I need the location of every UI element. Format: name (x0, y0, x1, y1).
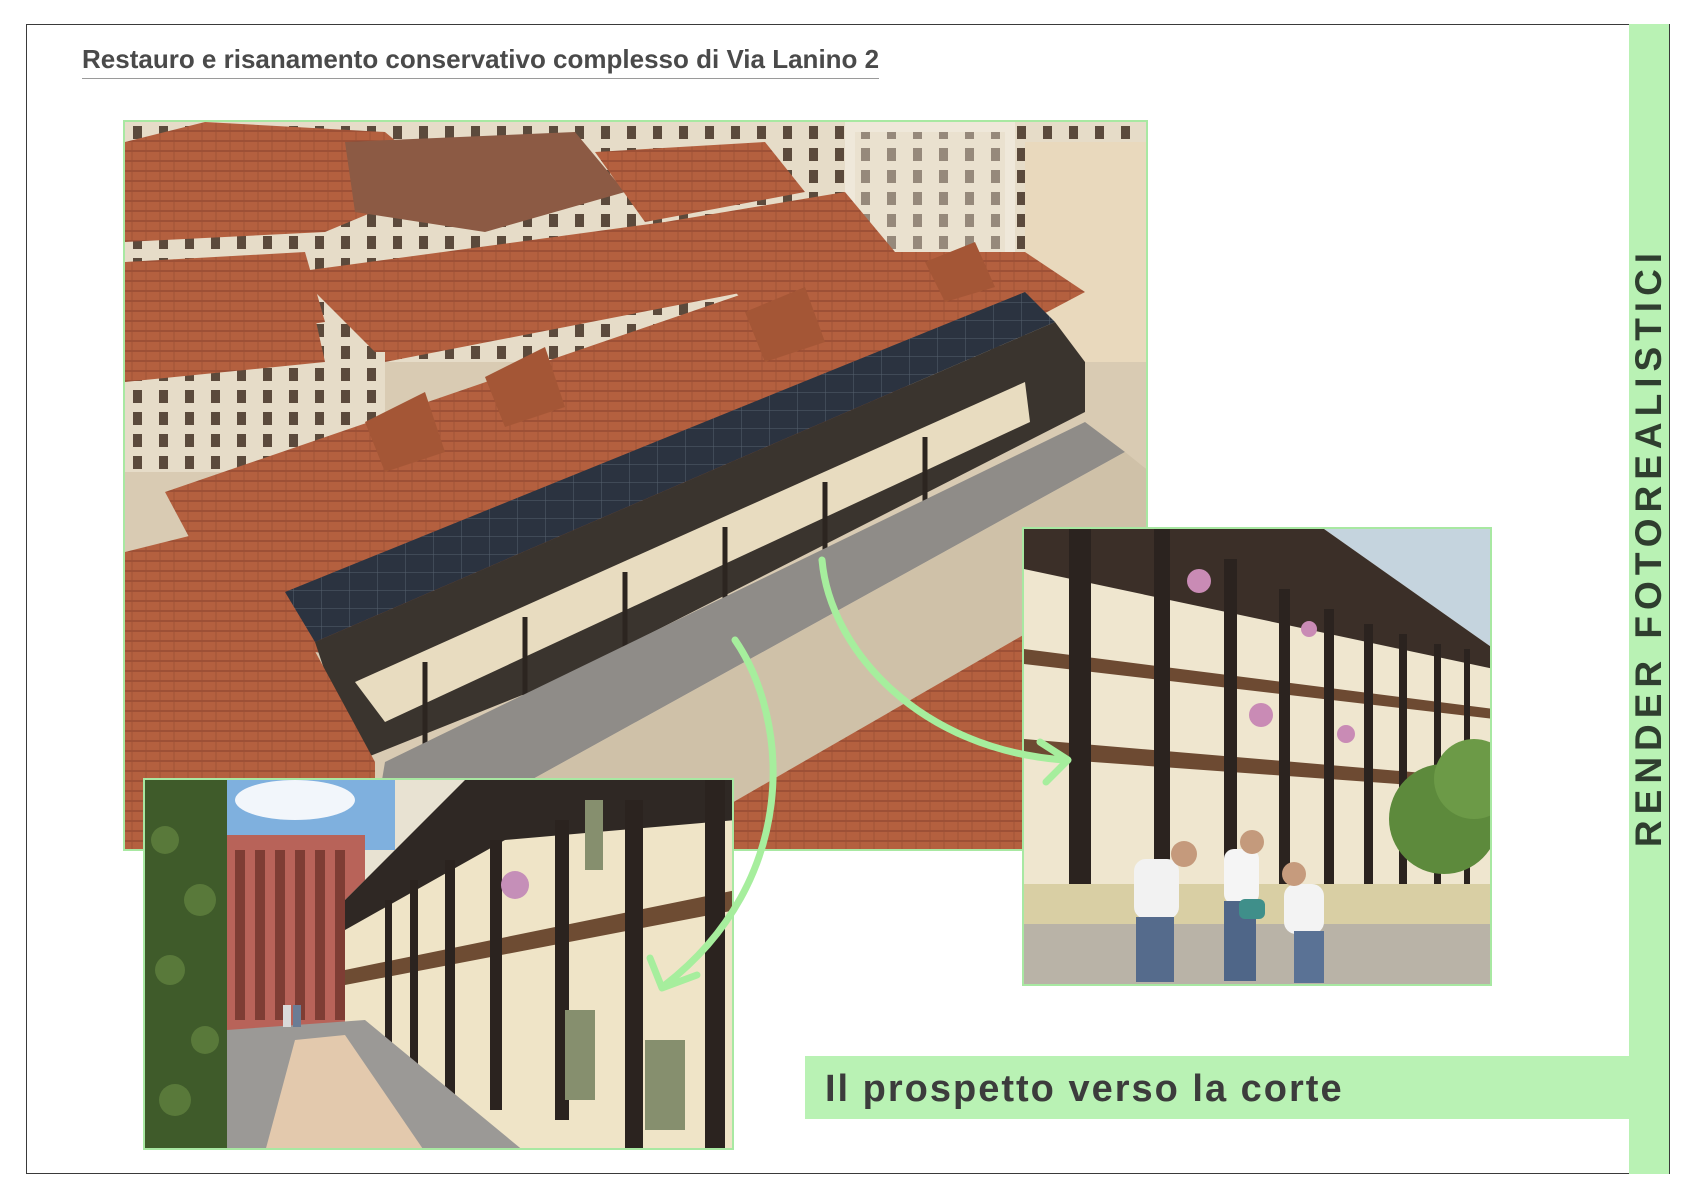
caption-bar: Il prospetto verso la corte (805, 1056, 1629, 1119)
page-title: Restauro e risanamento conservativo comp… (82, 44, 880, 79)
side-title: RENDER FOTOREALISTICI (1628, 246, 1669, 848)
caption-text: Il prospetto verso la corte (825, 1068, 1344, 1110)
courtyard-render-left-image (143, 778, 734, 1150)
aerial-render-image (123, 120, 1148, 851)
courtyard-render-right-image (1022, 527, 1492, 986)
